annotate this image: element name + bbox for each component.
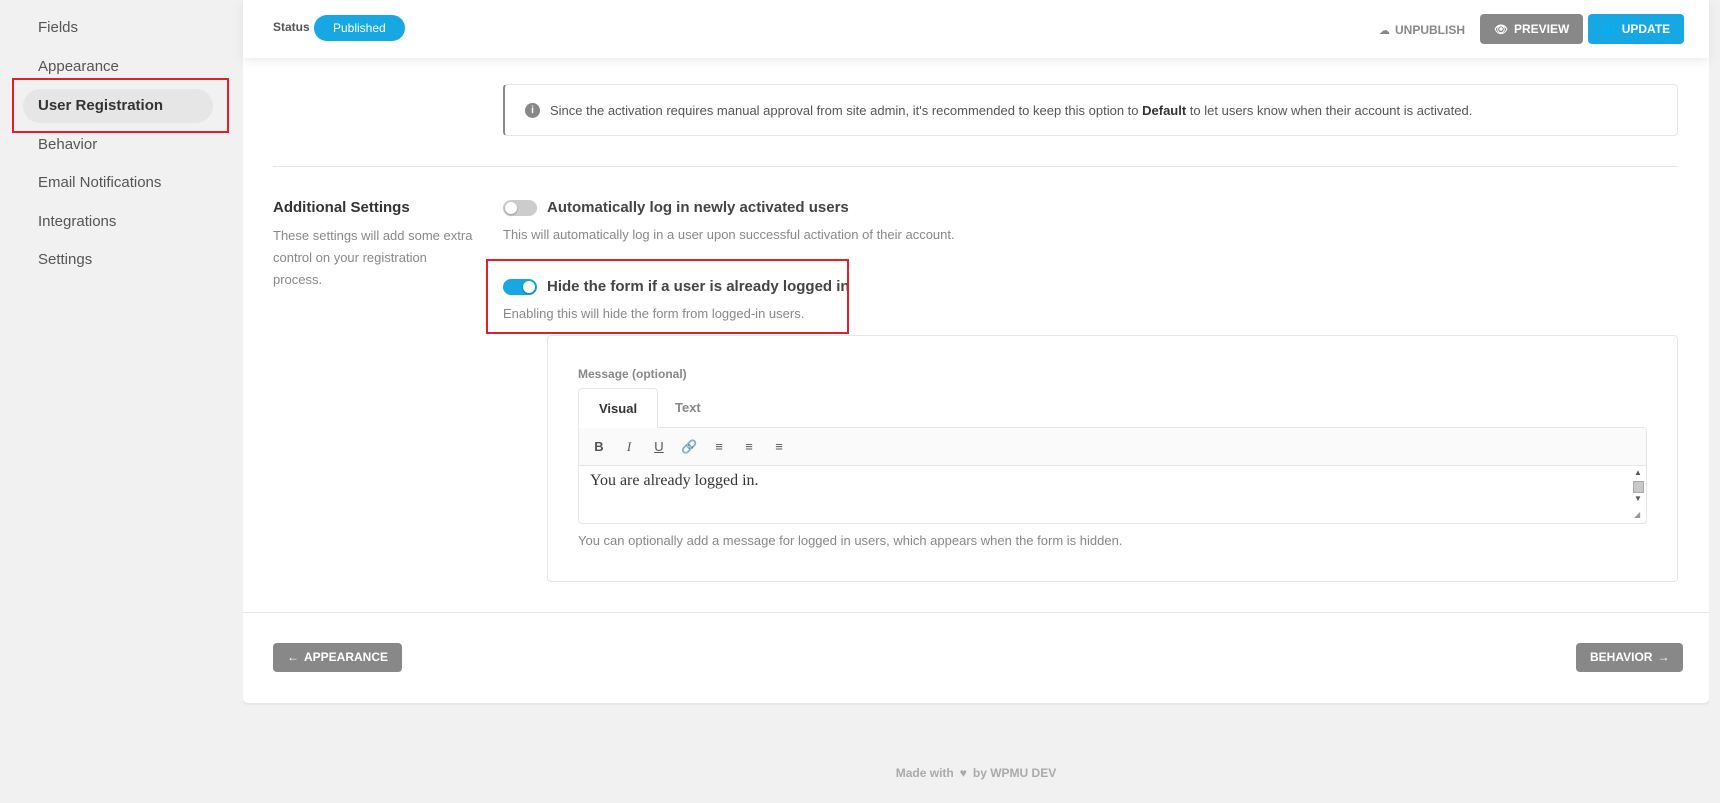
- status-badge[interactable]: Published: [314, 15, 405, 41]
- editor-content[interactable]: You are already logged in.: [590, 472, 759, 490]
- align-left-icon[interactable]: ≡: [711, 439, 727, 455]
- notice-text: Since the activation requires manual app…: [550, 103, 1473, 118]
- section-divider: [273, 166, 1678, 167]
- sidebar-item-fields[interactable]: Fields: [23, 11, 213, 45]
- sidebar-item-behavior[interactable]: Behavior: [23, 128, 213, 162]
- arrow-right-icon: →: [1657, 650, 1670, 664]
- message-help-text: You can optionally add a message for log…: [578, 533, 1123, 548]
- align-right-icon[interactable]: ≡: [771, 439, 787, 455]
- sidebar-item-appearance[interactable]: Appearance: [23, 50, 213, 84]
- footer-divider: [243, 612, 1709, 613]
- link-icon[interactable]: 🔗: [681, 439, 697, 455]
- hide-form-label: Hide the form if a user is already logge…: [547, 278, 850, 295]
- heart-icon: ♥: [959, 766, 967, 780]
- info-notice: i Since the activation requires manual a…: [503, 84, 1678, 136]
- editor-scrollbar[interactable]: ▲ ▼ ◢: [1632, 468, 1644, 522]
- italic-icon[interactable]: I: [621, 439, 637, 455]
- auto-login-description: This will automatically log in a user up…: [503, 227, 955, 242]
- underline-icon[interactable]: U: [651, 439, 667, 455]
- message-editor: B I U 🔗 ≡ ≡ ≡ You are already logged in.…: [578, 427, 1647, 524]
- sidebar-item-settings[interactable]: Settings: [23, 243, 213, 277]
- auto-login-toggle[interactable]: [503, 200, 537, 216]
- hide-form-description: Enabling this will hide the form from lo…: [503, 306, 805, 321]
- scroll-down-icon[interactable]: ▼: [1634, 494, 1642, 503]
- update-button[interactable]: 🌐 UPDATE: [1588, 14, 1685, 44]
- bold-icon[interactable]: B: [591, 439, 607, 455]
- tab-visual[interactable]: Visual: [578, 388, 659, 428]
- previous-step-button[interactable]: ← APPEARANCE: [273, 643, 403, 672]
- resize-grip-icon[interactable]: ◢: [1634, 510, 1640, 519]
- tab-text[interactable]: Text: [655, 388, 721, 428]
- message-panel: Message (optional) Visual Text B I U 🔗 ≡…: [547, 335, 1678, 582]
- arrow-left-icon: ←: [287, 650, 299, 664]
- sidebar-item-email-notifications[interactable]: Email Notifications: [23, 166, 213, 200]
- scroll-up-icon[interactable]: ▲: [1634, 468, 1642, 477]
- next-step-button[interactable]: BEHAVIOR →: [1576, 643, 1684, 672]
- section-description: These settings will add some extra contr…: [273, 228, 473, 287]
- message-label: Message (optional): [578, 367, 687, 381]
- section-title: Additional Settings: [273, 199, 410, 216]
- editor-toolbar: B I U 🔗 ≡ ≡ ≡: [579, 428, 1646, 466]
- status-header: Status Published ☁ UNPUBLISH 👁 PREVIEW 🌐 UP…: [243, 0, 1709, 58]
- preview-button[interactable]: 👁 PREVIEW: [1480, 14, 1584, 44]
- info-icon: i: [525, 103, 540, 118]
- eye-icon: 👁: [1494, 24, 1508, 36]
- globe-icon: 🌐: [1602, 24, 1616, 36]
- hide-form-toggle[interactable]: [503, 279, 537, 295]
- sidebar-item-user-registration[interactable]: User Registration: [23, 89, 213, 123]
- auto-login-label: Automatically log in newly activated use…: [547, 199, 849, 216]
- sidebar-nav: Fields Appearance User Registration Beha…: [0, 0, 243, 803]
- unpublish-button[interactable]: ☁ UNPUBLISH: [1373, 15, 1471, 45]
- status-label: Status: [273, 20, 310, 34]
- align-center-icon[interactable]: ≡: [741, 439, 757, 455]
- footer-credit: Made with ♥ by WPMU DEV: [895, 766, 1057, 780]
- sidebar-item-integrations[interactable]: Integrations: [23, 205, 213, 239]
- scroll-thumb[interactable]: [1633, 481, 1644, 493]
- cloud-icon: ☁: [1379, 25, 1390, 37]
